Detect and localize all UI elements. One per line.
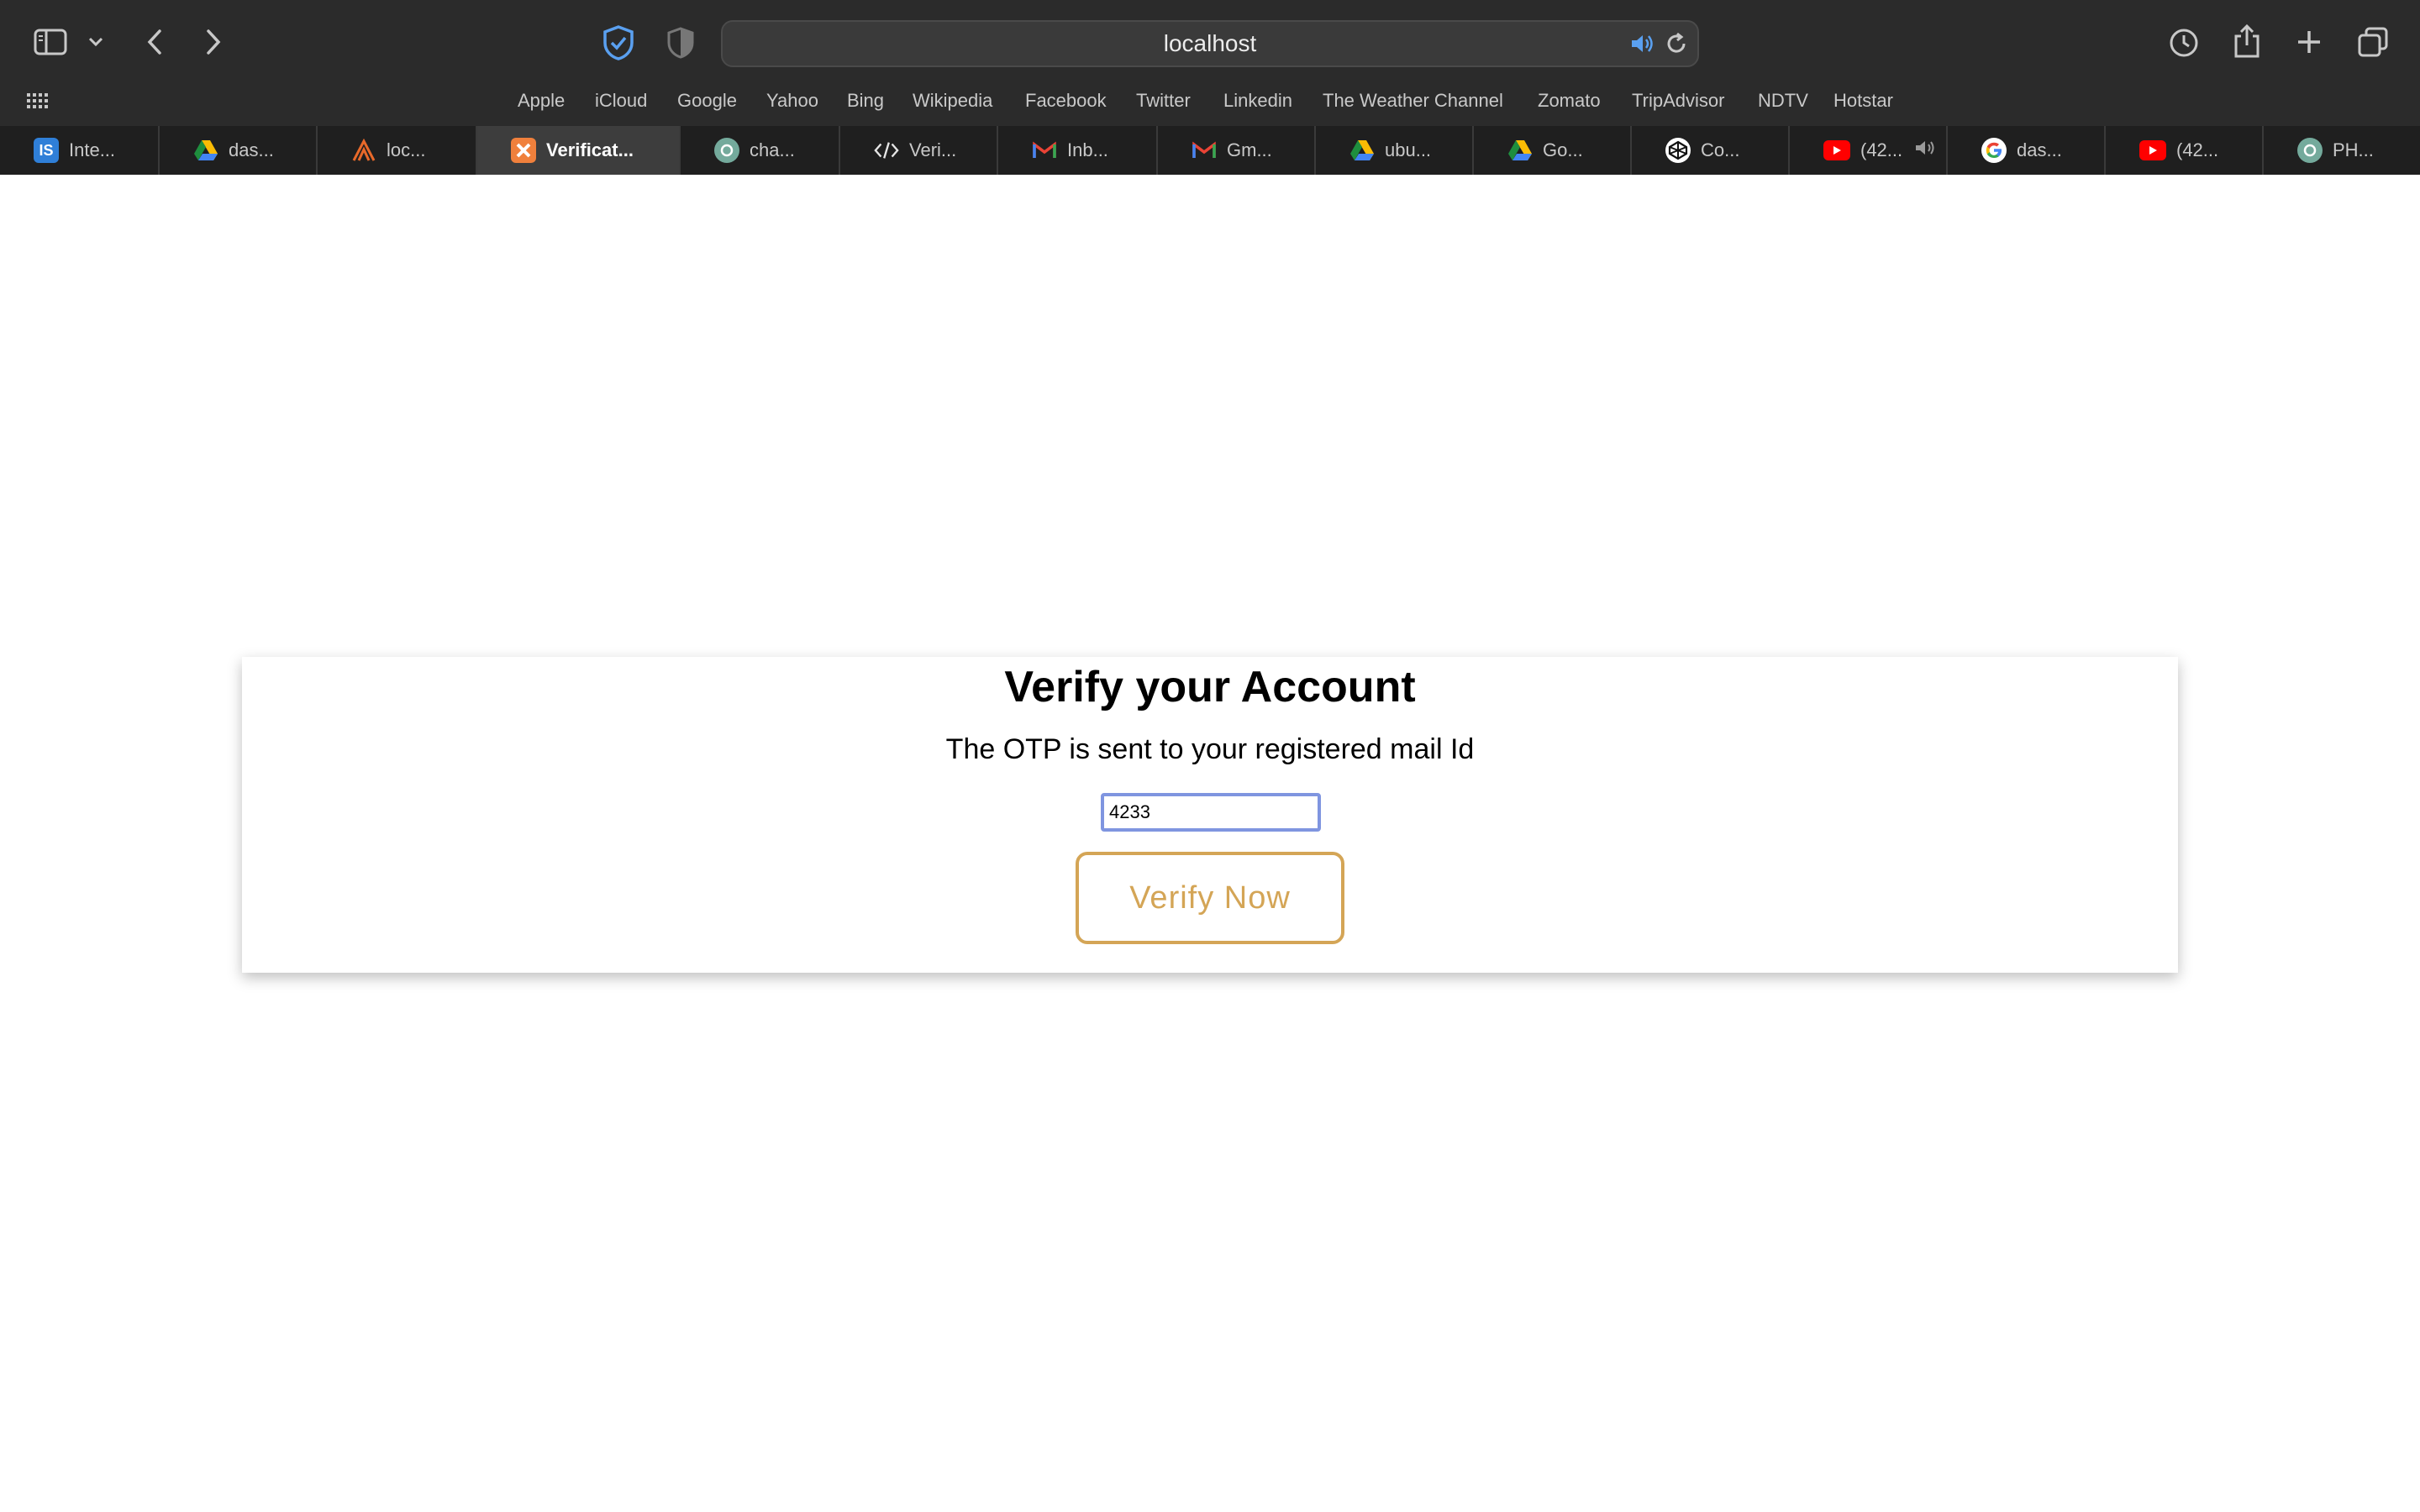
- tab-label: Gm...: [1227, 139, 1272, 160]
- tab-verification[interactable]: Verificat...: [477, 126, 681, 175]
- back-icon[interactable]: [138, 25, 171, 59]
- tab-label: das...: [229, 139, 274, 160]
- tab-go[interactable]: Go...: [1474, 126, 1632, 175]
- favorite-the-weather-channel[interactable]: The Weather Channel: [1323, 84, 1503, 118]
- tab-label: Verificat...: [546, 139, 634, 160]
- favorite-zomato[interactable]: Zomato: [1538, 84, 1601, 118]
- favorite-yahoo[interactable]: Yahoo: [766, 84, 818, 118]
- tab-label: ubu...: [1385, 139, 1432, 160]
- chevron-down-icon[interactable]: [84, 30, 108, 54]
- history-clock-icon[interactable]: [2166, 25, 2202, 60]
- favorite-icloud[interactable]: iCloud: [595, 84, 647, 118]
- tab-ph[interactable]: PH...: [2264, 126, 2420, 175]
- gmail-icon: [1192, 138, 1217, 163]
- tab-label: cha...: [750, 139, 795, 160]
- tab-label: das...: [2017, 139, 2062, 160]
- extension-shield-icon[interactable]: [664, 25, 697, 60]
- favorite-apple[interactable]: Apple: [518, 84, 565, 118]
- tab-gm[interactable]: Gm...: [1158, 126, 1316, 175]
- xampp-icon: [351, 138, 376, 163]
- tab-inte[interactable]: IS Inte...: [0, 126, 160, 175]
- tab-veri[interactable]: Veri...: [840, 126, 998, 175]
- gmail-icon: [1032, 138, 1057, 163]
- tab-label: Go...: [1543, 139, 1583, 160]
- tab-label: Co...: [1701, 139, 1740, 160]
- otp-input[interactable]: [1101, 793, 1321, 832]
- chatgpt-icon: [2297, 138, 2323, 163]
- tab-label: Veri...: [909, 139, 957, 160]
- is-icon: IS: [34, 138, 59, 163]
- favorite-linkedin[interactable]: Linkedin: [1223, 84, 1292, 118]
- google-drive-icon: [1507, 138, 1533, 163]
- codepen-icon: [1665, 138, 1691, 163]
- new-tab-plus-icon[interactable]: [2292, 25, 2326, 59]
- favorite-facebook[interactable]: Facebook: [1025, 84, 1107, 118]
- tab-label: Inte...: [69, 139, 116, 160]
- otp-info-text: The OTP is sent to your registered mail …: [945, 733, 1475, 765]
- tab-label: Inb...: [1067, 139, 1108, 160]
- verify-card: Verify your Account The OTP is sent to y…: [242, 657, 2178, 973]
- tab-label: (42...: [2176, 139, 2219, 160]
- tab-co[interactable]: Co...: [1632, 126, 1790, 175]
- favorite-ndtv[interactable]: NDTV: [1758, 84, 1808, 118]
- tab-loc[interactable]: loc...: [318, 126, 477, 175]
- google-drive-icon: [193, 138, 218, 163]
- xampp-icon: [511, 138, 536, 163]
- forward-icon[interactable]: [197, 25, 230, 59]
- url-text[interactable]: localhost: [723, 22, 1697, 66]
- favorite-google[interactable]: Google: [677, 84, 737, 118]
- speaker-icon[interactable]: [1914, 139, 1936, 163]
- favorite-tripadvisor[interactable]: TripAdvisor: [1632, 84, 1724, 118]
- youtube-icon: [2139, 140, 2166, 160]
- tab-overview-icon[interactable]: [2354, 24, 2391, 60]
- favorites-bar: Apple iCloud Google Yahoo Bing Wikipedia…: [0, 84, 2420, 118]
- code-icon: [874, 138, 899, 163]
- reload-icon[interactable]: [1662, 30, 1691, 57]
- favorite-hotstar[interactable]: Hotstar: [1833, 84, 1893, 118]
- chatgpt-icon: [714, 138, 739, 163]
- sidebar-toggle-icon[interactable]: [32, 25, 69, 59]
- tab-label: (42...: [1860, 139, 1903, 160]
- tab-das-google[interactable]: das...: [1948, 126, 2106, 175]
- audio-playing-icon[interactable]: [1627, 30, 1657, 57]
- favorite-wikipedia[interactable]: Wikipedia: [913, 84, 992, 118]
- tab-das[interactable]: das...: [160, 126, 318, 175]
- page-title: Verify your Account: [1004, 663, 1416, 711]
- tab-label: PH...: [2333, 139, 2374, 160]
- tab-bar: IS Inte... das... loc... Verificat... ch…: [0, 126, 2420, 175]
- tab-inb[interactable]: Inb...: [998, 126, 1158, 175]
- address-bar[interactable]: localhost: [721, 20, 1699, 67]
- favorite-bing[interactable]: Bing: [847, 84, 884, 118]
- page-content: Verify your Account The OTP is sent to y…: [0, 175, 2420, 1512]
- browser-toolbar: localhost Apple iCloud Google Yahoo Bing…: [0, 0, 2420, 126]
- privacy-shield-icon[interactable]: [600, 24, 637, 62]
- verify-now-button[interactable]: Verify Now: [1076, 852, 1344, 944]
- tab-label: loc...: [387, 139, 426, 160]
- google-drive-icon: [1349, 138, 1375, 163]
- favorite-twitter[interactable]: Twitter: [1136, 84, 1191, 118]
- tab-cha[interactable]: cha...: [681, 126, 840, 175]
- tab-youtube[interactable]: (42...: [2106, 126, 2264, 175]
- share-icon[interactable]: [2230, 22, 2264, 60]
- google-icon: [1981, 138, 2007, 163]
- youtube-icon: [1823, 140, 1850, 160]
- tab-youtube-audio[interactable]: (42...: [1790, 126, 1948, 175]
- tab-ubu[interactable]: ubu...: [1316, 126, 1474, 175]
- apps-grid-icon[interactable]: [25, 91, 49, 111]
